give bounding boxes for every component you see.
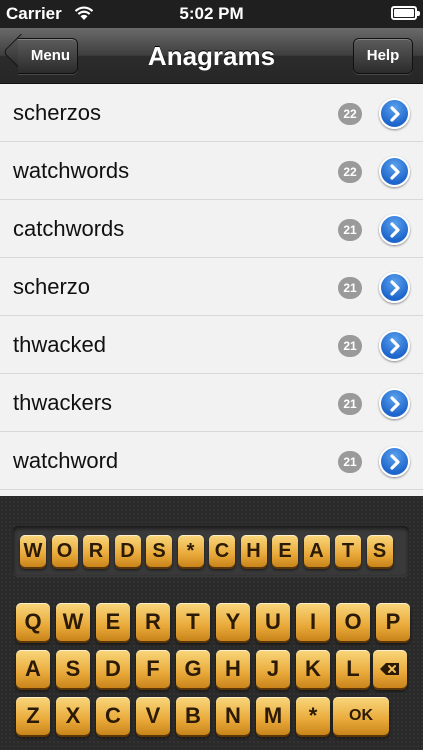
score-badge: 21 <box>338 335 362 357</box>
key-r[interactable]: R <box>136 603 170 641</box>
input-tile[interactable]: T <box>335 535 361 567</box>
score-badge: 22 <box>338 103 362 125</box>
list-item[interactable]: scherzos 22 <box>0 84 423 142</box>
key-d[interactable]: D <box>96 650 130 688</box>
list-item[interactable]: thwackers 21 <box>0 374 423 432</box>
input-tile[interactable]: O <box>51 535 78 567</box>
ok-key[interactable]: OK <box>333 697 389 735</box>
key-v[interactable]: V <box>136 697 170 735</box>
score-badge: 21 <box>338 451 362 473</box>
score-badge: 22 <box>338 161 362 183</box>
key-wildcard[interactable]: * <box>296 697 330 735</box>
chevron-right-icon <box>390 396 400 412</box>
key-p[interactable]: P <box>376 603 410 641</box>
input-tile[interactable]: R <box>83 535 109 567</box>
key-x[interactable]: X <box>56 697 90 735</box>
list-item[interactable]: catchwords 21 <box>0 200 423 258</box>
battery-icon <box>391 6 420 20</box>
chevron-right-icon <box>390 454 400 470</box>
key-y[interactable]: Y <box>216 603 250 641</box>
anagram-word: thwacked <box>13 332 106 357</box>
input-tile[interactable]: D <box>114 535 141 567</box>
list-item[interactable]: scherzo 21 <box>0 258 423 316</box>
help-button[interactable]: Help <box>353 38 413 74</box>
list-item[interactable]: watchwords 22 <box>0 142 423 200</box>
key-z[interactable]: Z <box>16 697 50 735</box>
chevron-right-icon <box>390 164 400 180</box>
key-a[interactable]: A <box>16 650 50 688</box>
anagram-word: thwackers <box>13 390 113 415</box>
letter-input-strip[interactable]: W O R D S * C H E A T S <box>13 526 409 576</box>
list-item[interactable]: watchword 21 <box>0 432 423 490</box>
key-t[interactable]: T <box>176 603 210 641</box>
input-tile[interactable]: * <box>177 535 204 567</box>
input-tile[interactable]: H <box>240 535 267 567</box>
key-l[interactable]: L <box>336 650 370 688</box>
status-bar: Carrier 5:02 PM <box>0 0 423 28</box>
key-u[interactable]: U <box>256 603 290 641</box>
chevron-right-icon <box>390 338 400 354</box>
clock: 5:02 PM <box>179 4 244 23</box>
input-tile[interactable]: S <box>146 535 172 567</box>
detail-disclosure-button[interactable] <box>379 272 410 303</box>
anagram-word: scherzo <box>13 274 91 299</box>
input-tile[interactable]: A <box>303 535 330 567</box>
key-k[interactable]: K <box>296 650 330 688</box>
key-j[interactable]: J <box>256 650 290 688</box>
key-e[interactable]: E <box>96 603 130 641</box>
key-h[interactable]: H <box>216 650 250 688</box>
anagram-word: catchwords <box>13 216 125 241</box>
key-m[interactable]: M <box>256 697 290 735</box>
letter-keyboard-area: W O R D S * C H E A T S Q W E R T Y U I O P A S D F G H J K L Z X C V B N M *… <box>0 496 423 750</box>
score-badge: 21 <box>338 393 362 415</box>
chevron-right-icon <box>390 222 400 238</box>
anagram-word: watchword <box>13 448 119 473</box>
key-w[interactable]: W <box>56 603 90 641</box>
input-tile[interactable]: S <box>366 535 393 567</box>
detail-disclosure-button[interactable] <box>379 388 410 419</box>
delete-key[interactable] <box>373 650 407 688</box>
score-badge: 21 <box>338 219 362 241</box>
chevron-right-icon <box>390 280 400 296</box>
key-c[interactable]: C <box>96 697 130 735</box>
key-q[interactable]: Q <box>16 603 50 641</box>
key-f[interactable]: F <box>136 650 170 688</box>
input-tile[interactable]: E <box>272 535 298 567</box>
anagram-list[interactable]: scherzos 22 watchwords 22 catchwords 21 scherz… <box>0 84 423 496</box>
chevron-right-icon <box>390 106 400 122</box>
key-n[interactable]: N <box>216 697 250 735</box>
key-g[interactable]: G <box>176 650 210 688</box>
key-o[interactable]: O <box>336 603 370 641</box>
key-s[interactable]: S <box>56 650 90 688</box>
detail-disclosure-button[interactable] <box>379 98 410 129</box>
input-tile[interactable]: W <box>20 535 46 567</box>
anagram-word: watchwords <box>13 158 130 183</box>
detail-disclosure-button[interactable] <box>379 156 410 187</box>
navigation-bar: Menu Anagrams Help <box>0 28 423 84</box>
key-i[interactable]: I <box>296 603 330 641</box>
score-badge: 21 <box>338 277 362 299</box>
detail-disclosure-button[interactable] <box>379 446 410 477</box>
list-item[interactable]: thwacked 21 <box>0 316 423 374</box>
anagram-word: scherzos <box>13 100 102 125</box>
detail-disclosure-button[interactable] <box>379 214 410 245</box>
backspace-icon <box>380 663 399 675</box>
key-b[interactable]: B <box>176 697 210 735</box>
detail-disclosure-button[interactable] <box>379 330 410 361</box>
input-tile[interactable]: C <box>209 535 235 567</box>
